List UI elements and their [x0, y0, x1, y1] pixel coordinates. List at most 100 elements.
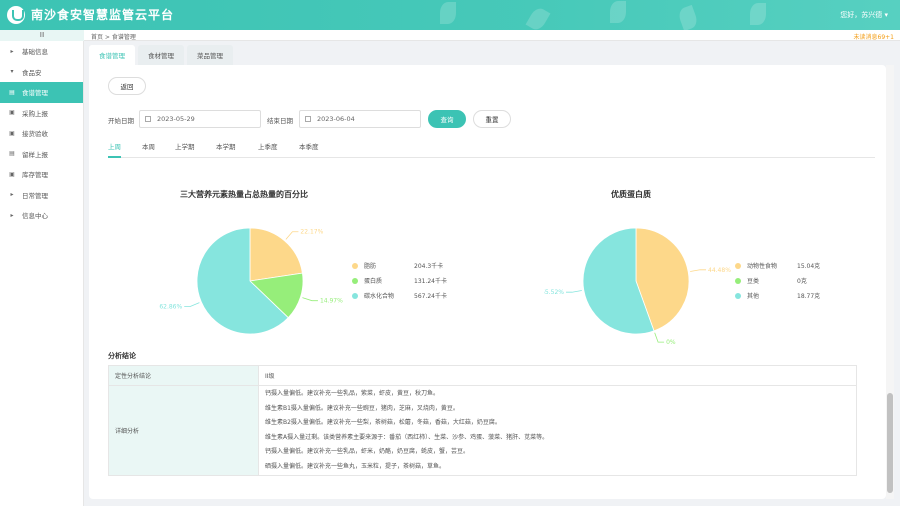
sidebar-item-basic-info[interactable]: ▸ 基础信息	[0, 41, 83, 62]
period-tab-last-week[interactable]: 上周	[108, 141, 121, 158]
detail-line: 维生素B1摄入量偏低。建议补充一些豌豆，猪肉，芝麻，叉烧肉，黄豆。	[265, 404, 459, 412]
decor-leaf-icon	[610, 1, 626, 23]
sidebar-item-food-safety[interactable]: ▾ 食品安	[0, 62, 83, 83]
sidebar-item-label: 食谱管理	[22, 89, 48, 98]
period-tab-last-semester[interactable]: 上学期	[175, 141, 195, 158]
pie-slice[interactable]	[249, 227, 303, 282]
calendar-icon	[145, 116, 151, 122]
pie-leader-line	[184, 302, 200, 307]
reset-button[interactable]: 重置	[473, 110, 511, 128]
tab-dish[interactable]: 菜品管理	[187, 45, 233, 65]
pie-percent-label: 44.48%	[708, 267, 731, 274]
period-tab-this-week[interactable]: 本周	[142, 141, 155, 158]
breadcrumb: 首页 > 食谱管理	[91, 34, 136, 41]
detail-label: 详细分析	[108, 385, 259, 476]
sidebar-item-label: 食品安	[22, 68, 42, 77]
legend-name: 豆类	[747, 278, 760, 285]
start-date-value: 2023-05-29	[157, 115, 195, 123]
sidebar-item-label: 库存管理	[22, 171, 48, 180]
legend-name: 脂肪	[364, 263, 377, 270]
legend-value: 567.24千卡	[414, 293, 447, 300]
table-row: 详细分析 钙摄入量偏低。建议补充一些乳品，紫菜，虾皮，黄豆，秋刀鱼。 维生素B1…	[108, 385, 857, 476]
search-button[interactable]: 查询	[428, 110, 466, 128]
scrollbar-thumb[interactable]	[887, 393, 893, 493]
receipt-icon: ▣	[9, 129, 15, 137]
pie-percent-label: 55.52%	[544, 289, 564, 296]
sidebar-item-daily[interactable]: ▸ 日常管理	[0, 185, 83, 206]
sidebar-item-inventory[interactable]: ▣ 库存管理	[0, 164, 83, 185]
legend-dot	[735, 277, 741, 284]
end-date-label: 结束日期	[267, 117, 293, 125]
legend-item: 动物性食物 15.04克	[735, 258, 820, 273]
pie-percent-label: 14.97%	[320, 298, 343, 305]
back-button[interactable]: 返回	[108, 77, 146, 95]
sidebar-item-label: 基础信息	[22, 48, 48, 57]
legend-value: 204.3千卡	[414, 263, 444, 270]
period-tab-this-semester[interactable]: 本学期	[216, 141, 236, 158]
legend-dot	[735, 292, 741, 299]
period-tab-last-quarter[interactable]: 上季度	[258, 141, 278, 158]
page-scrollbar[interactable]	[886, 65, 894, 499]
tab-ingredient[interactable]: 食材管理	[138, 45, 184, 65]
detail-line: 硒摄入量偏低。建议补充一些鱼丸，玉米粒，提子，茶树菇，草鱼。	[265, 462, 446, 470]
menu-collapse-icon[interactable]: Ⅲ	[0, 30, 84, 41]
sub-bar: Ⅲ 首页 > 食谱管理 未读消息69+1	[0, 30, 900, 41]
analysis-title: 分析结论	[108, 352, 136, 360]
inventory-icon: ▣	[9, 170, 15, 178]
legend-name: 动物性食物	[747, 263, 778, 270]
sidebar-item-info-center[interactable]: ▸ 信息中心	[0, 205, 83, 226]
detail-line: 钙摄入量偏低。建议补充一些乳品，虾米，奶酪，奶豆腐，蚝皮，蟹，芸豆。	[265, 448, 470, 455]
period-tab-this-quarter[interactable]: 本季度	[299, 141, 319, 158]
pie-percent-label: 62.86%	[159, 304, 182, 311]
sidebar-item-label: 信息中心	[22, 212, 48, 221]
sample-icon: ▤	[9, 150, 15, 158]
caret-right-icon: ▸	[10, 47, 14, 55]
pie-leader-line	[565, 290, 582, 293]
pie-percent-label: 0%	[666, 339, 676, 346]
user-menu[interactable]: 您好，苏兴德 ▾	[840, 10, 888, 20]
protein-pie-chart: 44.48% 0% 55.52%	[544, 227, 731, 346]
legend-item: 豆类 0克	[735, 273, 820, 288]
protein-legend: 动物性食物 15.04克 豆类 0克 其他 18.77克	[735, 258, 820, 303]
sidebar-item-purchase[interactable]: ▣ 采购上报	[0, 103, 83, 124]
legend-item: 脂肪 204.3千卡	[352, 258, 447, 273]
detail-line: 维生素B2摄入量偏低。建议补充一些梨，茶树菇，松蘑，冬菇，香菇，大红菇，奶豆腐。	[265, 419, 501, 426]
sidebar-item-acceptance[interactable]: ▣ 接货验收	[0, 123, 83, 144]
nutrient-legend: 脂肪 204.3千卡 蛋白质 131.24千卡 碳水化合物 567.24千卡	[352, 258, 447, 303]
end-date-input[interactable]: 2023-06-04	[299, 110, 421, 128]
sidebar-item-sample[interactable]: ▤ 留样上报	[0, 144, 83, 165]
pie-percent-label: 22.17%	[300, 229, 323, 236]
unread-notice[interactable]: 未读消息69+1	[854, 32, 894, 41]
end-date-value: 2023-06-04	[317, 115, 355, 123]
legend-value: 15.04克	[797, 263, 821, 270]
nutrient-pie-chart: 22.17% 14.97% 62.86%	[159, 227, 343, 335]
legend-dot	[735, 262, 741, 269]
chart-title: 优质蛋白质	[611, 190, 651, 199]
start-date-label: 开始日期	[108, 117, 134, 125]
recipe-icon: ▤	[9, 88, 15, 96]
caret-right-icon: ▸	[10, 191, 14, 199]
rating-value: II级	[258, 365, 857, 386]
calendar-icon	[305, 116, 311, 122]
legend-name: 其他	[747, 293, 760, 300]
pie-leader-line	[285, 231, 299, 240]
caret-right-icon: ▸	[10, 211, 14, 219]
period-tabs: 上周 本周 上学期 本学期 上季度 本季度	[108, 141, 875, 158]
sidebar-item-label: 接货验收	[22, 130, 48, 139]
rating-label: 定性分析结论	[108, 365, 259, 386]
main-panel: 返回 开始日期 2023-05-29 结束日期 2023-06-04 查询 重置…	[89, 65, 886, 499]
decor-leaf-icon	[440, 2, 456, 24]
table-row: 定性分析结论 II级	[108, 365, 857, 386]
legend-item: 其他 18.77克	[735, 288, 820, 303]
legend-name: 蛋白质	[364, 278, 383, 285]
legend-dot	[352, 277, 358, 284]
app-title: 南沙食安智慧监管云平台	[31, 8, 175, 22]
chart-title: 三大营养元素热量占总热量的百分比	[180, 190, 308, 199]
analysis-table: 定性分析结论 II级 详细分析 钙摄入量偏低。建议补充一些乳品，紫菜，虾皮，黄豆…	[108, 365, 857, 476]
legend-value: 131.24千卡	[414, 278, 447, 285]
pie-leader-line	[302, 297, 318, 302]
sidebar-item-recipe[interactable]: ▤ 食谱管理	[0, 82, 83, 103]
decor-leaf-icon	[525, 5, 551, 33]
start-date-input[interactable]: 2023-05-29	[139, 110, 261, 128]
tab-recipe[interactable]: 食谱管理	[89, 45, 135, 65]
